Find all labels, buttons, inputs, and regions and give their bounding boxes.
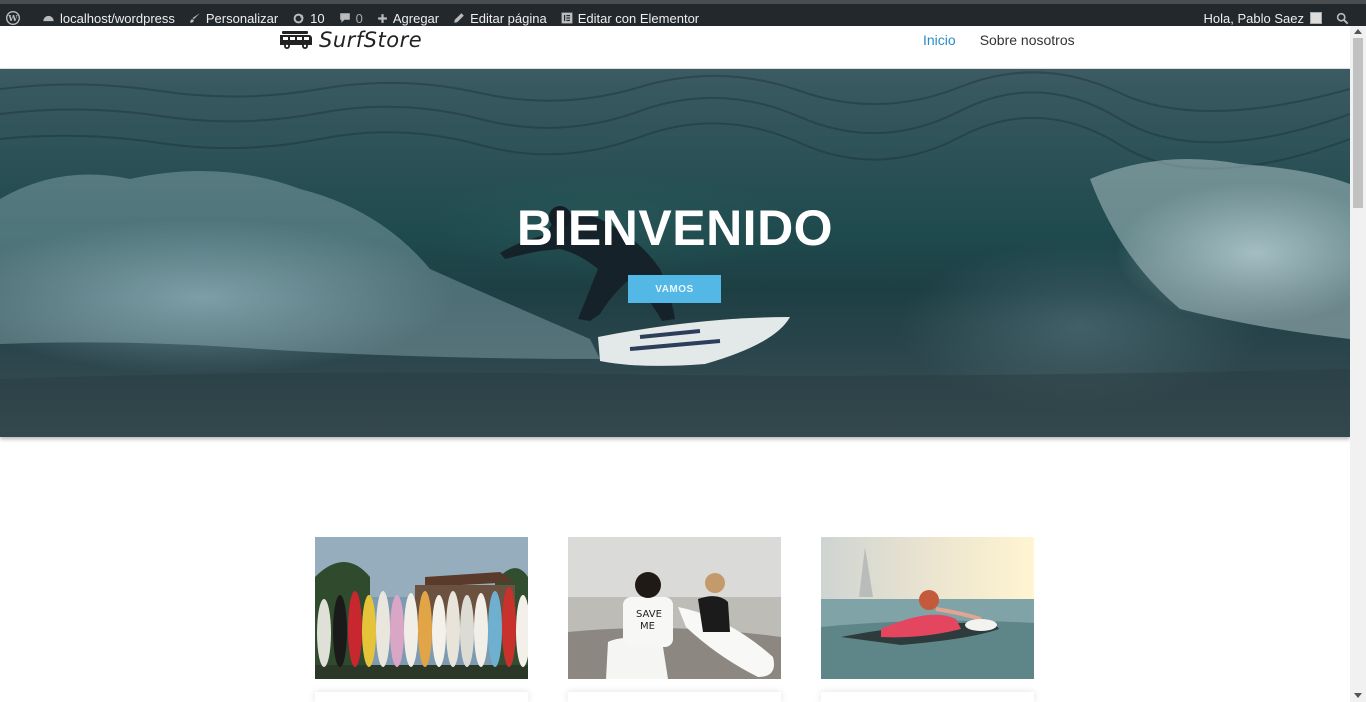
search-icon bbox=[1336, 12, 1349, 24]
nav-item-sobre-nosotros[interactable]: Sobre nosotros bbox=[980, 32, 1075, 48]
site-name-label: localhost/wordpress bbox=[60, 10, 175, 26]
svg-text:W: W bbox=[7, 13, 18, 23]
greeting-label: Hola, Pablo Saez bbox=[1203, 10, 1304, 26]
main-nav: Inicio Sobre nosotros bbox=[923, 32, 1075, 48]
customize-label: Personalizar bbox=[205, 10, 279, 26]
card-body bbox=[821, 692, 1034, 702]
hero-banner: BIENVENIDO VAMOS bbox=[0, 69, 1350, 437]
surfer-sunset-photo bbox=[821, 537, 1034, 679]
avatar bbox=[1310, 12, 1322, 24]
site-header: SurfStore Inicio Sobre nosotros bbox=[0, 26, 1350, 69]
add-new-label: Agregar bbox=[392, 10, 440, 26]
scrollbar-thumb[interactable] bbox=[1353, 38, 1363, 208]
comment-icon bbox=[339, 13, 350, 23]
van-icon bbox=[280, 31, 312, 49]
surfers-beach-photo: SAVE ME bbox=[568, 537, 781, 679]
plus-icon bbox=[377, 13, 387, 23]
wordpress-icon: W bbox=[6, 11, 20, 25]
edit-elementor-label: Editar con Elementor bbox=[577, 10, 700, 26]
card-image-surfer-sunset[interactable] bbox=[821, 537, 1034, 679]
vamos-button[interactable]: VAMOS bbox=[628, 275, 721, 303]
brush-icon bbox=[190, 13, 200, 23]
logo-text: SurfStore bbox=[319, 28, 423, 52]
card-body bbox=[568, 692, 781, 702]
dashboard-icon bbox=[43, 15, 54, 21]
surfboards-photo bbox=[315, 537, 528, 679]
edit-page-label: Editar página bbox=[470, 10, 547, 26]
scroll-up-arrow-icon[interactable] bbox=[1354, 29, 1362, 34]
nav-item-inicio[interactable]: Inicio bbox=[923, 32, 956, 48]
page-scrollbar[interactable] bbox=[1350, 26, 1366, 702]
comments-count: 0 bbox=[355, 10, 363, 26]
card-image-surfers-beach[interactable]: SAVE ME bbox=[568, 537, 781, 679]
site-logo[interactable]: SurfStore bbox=[279, 28, 422, 52]
svg-text:ME: ME bbox=[640, 621, 655, 632]
updates-count: 10 bbox=[310, 10, 325, 26]
updates-icon bbox=[293, 13, 304, 23]
card-image-surfboards[interactable] bbox=[315, 537, 528, 679]
hero-title: BIENVENIDO bbox=[516, 200, 834, 256]
elementor-icon bbox=[561, 12, 573, 24]
svg-text:SAVE: SAVE bbox=[636, 609, 662, 620]
scroll-down-arrow-icon[interactable] bbox=[1354, 693, 1362, 698]
pencil-icon bbox=[454, 13, 464, 23]
card-body bbox=[315, 692, 528, 702]
